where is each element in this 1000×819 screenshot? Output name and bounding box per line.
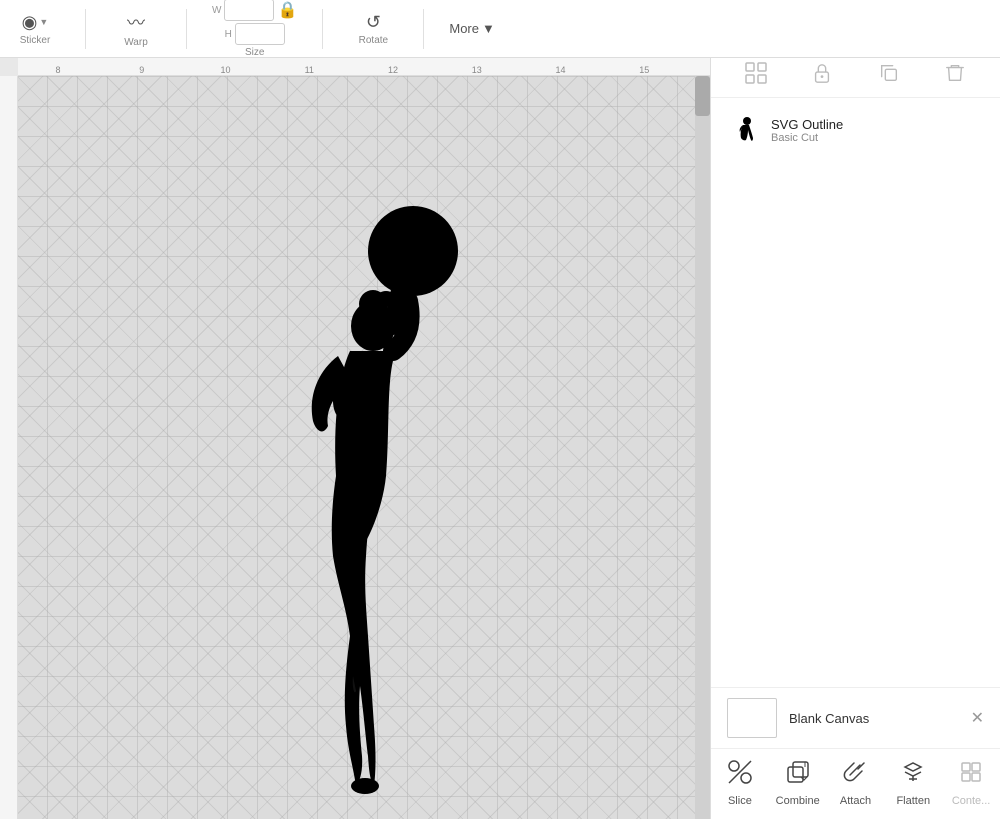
blank-canvas-section: Blank Canvas ✕ — [711, 687, 1000, 748]
lock-aspect-button[interactable]: 🔒 — [277, 0, 297, 20]
ruler-tick-11: 11 — [305, 65, 314, 75]
canvas-label: Blank Canvas — [789, 711, 869, 726]
ruler-tick-13: 13 — [472, 65, 482, 75]
delete-button[interactable] — [937, 55, 973, 91]
ruler-top: 8 9 10 11 12 13 14 15 — [18, 58, 710, 76]
divider-2 — [186, 9, 187, 49]
canvas-area: 8 9 10 11 12 13 14 15 — [0, 58, 710, 819]
conte-label: Conte... — [952, 795, 991, 807]
conte-button[interactable]: Conte... — [946, 759, 996, 807]
canvas-thumbnail — [727, 698, 777, 738]
attach-label: Attach — [840, 795, 871, 807]
design-canvas[interactable] — [18, 76, 710, 819]
duplicate-button[interactable] — [871, 55, 907, 91]
sticker-arrow: ▼ — [39, 17, 48, 27]
flatten-button[interactable]: Flatten — [888, 759, 938, 807]
layer-type: Basic Cut — [771, 132, 843, 144]
lock-layer-button[interactable] — [804, 55, 840, 91]
size-label: Size — [245, 47, 264, 58]
layer-name: SVG Outline — [771, 117, 843, 132]
layer-info: SVG Outline Basic Cut — [771, 117, 843, 144]
warp-label: Warp — [124, 37, 148, 48]
ruler-left — [0, 76, 18, 819]
height-label: H — [225, 29, 232, 40]
vertical-scrollbar[interactable] — [695, 76, 710, 819]
layer-thumbnail — [727, 114, 759, 146]
white-canvas — [18, 76, 695, 819]
player-silhouette[interactable] — [238, 196, 488, 796]
ruler-tick-9: 9 — [139, 65, 144, 75]
width-label: W — [212, 5, 221, 16]
size-inputs: W 🔒 H — [212, 0, 297, 45]
slice-button[interactable]: Slice — [715, 759, 765, 807]
group-button[interactable] — [738, 55, 774, 91]
canvas-close-button[interactable]: ✕ — [971, 708, 984, 728]
slice-label: Slice — [728, 795, 752, 807]
right-panel: Layers Color Sync — [710, 0, 1000, 819]
warp-icon: 〰 — [127, 9, 145, 35]
ruler-tick-10: 10 — [220, 65, 230, 75]
divider-1 — [85, 9, 86, 49]
more-button[interactable]: More ▼ — [449, 21, 495, 36]
layer-item[interactable]: SVG Outline Basic Cut — [711, 106, 1000, 154]
toolbar-size-group: W 🔒 H Size — [212, 0, 297, 58]
combine-button[interactable]: Combine — [773, 759, 823, 807]
more-label: More — [449, 21, 479, 36]
divider-4 — [423, 9, 424, 49]
divider-3 — [322, 9, 323, 49]
toolbar-warp: 〰 Warp — [111, 9, 161, 48]
combine-icon — [785, 759, 811, 791]
rotate-label: Rotate — [359, 35, 388, 46]
ruler-tick-12: 12 — [388, 65, 398, 75]
height-row: H — [225, 23, 285, 45]
width-row: W 🔒 — [212, 0, 297, 21]
ruler-top-inner: 8 9 10 11 12 13 14 15 — [18, 58, 710, 75]
attach-icon — [842, 759, 868, 791]
width-input[interactable] — [224, 0, 274, 21]
more-arrow: ▼ — [482, 21, 495, 36]
toolbar: ◉ ▼ Sticker 〰 Warp W 🔒 H Size ↺ Rotate — [0, 0, 1000, 58]
flatten-icon — [900, 759, 926, 791]
attach-button[interactable]: Attach — [830, 759, 880, 807]
combine-label: Combine — [776, 795, 820, 807]
ruler-tick-15: 15 — [639, 65, 649, 75]
bottom-actions: Slice Combine — [711, 748, 1000, 819]
sticker-label: Sticker — [20, 35, 51, 46]
layers-list: SVG Outline Basic Cut — [711, 98, 1000, 687]
scrollbar-thumb[interactable] — [695, 76, 710, 116]
flatten-label: Flatten — [896, 795, 930, 807]
sticker-icon: ◉ — [22, 12, 38, 33]
slice-icon — [727, 759, 753, 791]
ruler-tick-8: 8 — [55, 65, 60, 75]
conte-icon — [958, 759, 984, 791]
height-input[interactable] — [235, 23, 285, 45]
toolbar-rotate: ↺ Rotate — [348, 12, 398, 46]
toolbar-sticker: ◉ ▼ Sticker — [10, 12, 60, 46]
ruler-tick-14: 14 — [555, 65, 565, 75]
rotate-icon: ↺ — [366, 12, 381, 33]
